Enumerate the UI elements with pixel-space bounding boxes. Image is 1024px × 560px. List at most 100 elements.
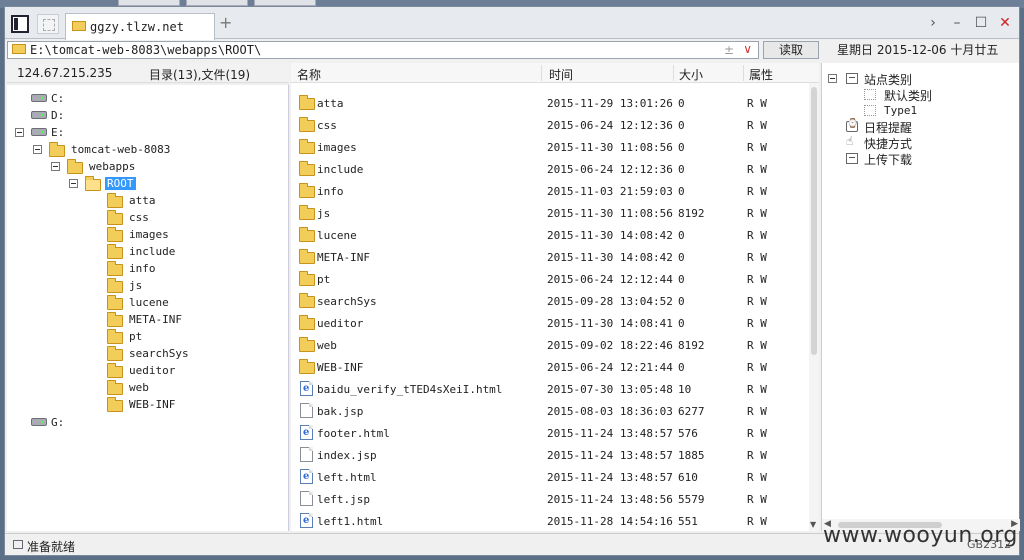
table-row[interactable]: index.jsp 2015-11-24 13:48:57 1885 R W (291, 444, 805, 466)
cell-name: searchSys (317, 295, 377, 308)
tree-label: searchSys (129, 347, 189, 360)
cell-name: js (317, 207, 331, 220)
node-label: 默认类别 (884, 89, 933, 103)
collapse-icon[interactable] (33, 145, 42, 154)
table-row[interactable]: info 2015-11-03 21:59:03 0 R W (291, 180, 805, 202)
cell-name: ueditor (317, 317, 364, 330)
tab-site[interactable]: ggzy.tlzw.net (65, 13, 215, 40)
table-row[interactable]: left.html 2015-11-24 13:48:57 610 R W (291, 466, 805, 488)
close-icon[interactable]: ✕ (997, 15, 1013, 31)
node-label: Type1 (884, 104, 918, 117)
table-row[interactable]: bak.jsp 2015-08-03 18:36:03 6277 R W (291, 400, 805, 422)
more-tabs-icon[interactable]: › (925, 15, 941, 31)
plus-minus-icon[interactable]: ± (724, 43, 734, 57)
cell-attr: R W (747, 119, 767, 132)
cell-time: 2015-11-29 13:01:26 (547, 97, 673, 110)
cell-time: 2015-11-24 13:48:57 (547, 449, 673, 462)
folder-icon (72, 21, 86, 31)
table-row[interactable]: ueditor 2015-11-30 14:08:41 0 R W (291, 312, 805, 334)
table-row[interactable]: searchSys 2015-09-28 13:04:52 0 R W (291, 290, 805, 312)
minimize-icon[interactable]: – (949, 15, 965, 31)
tab-bar: ggzy.tlzw.net + › – ☐ ✕ (5, 7, 1019, 40)
cell-time: 2015-11-30 11:08:56 (547, 207, 673, 220)
cell-attr: R W (747, 449, 767, 462)
html-file-icon (300, 381, 313, 396)
table-row[interactable]: atta 2015-11-29 13:01:26 0 R W (291, 92, 805, 114)
table-row[interactable]: footer.html 2015-11-24 13:48:57 576 R W (291, 422, 805, 444)
collapse-icon[interactable] (69, 179, 78, 188)
table-row[interactable]: left1.html 2015-11-28 14:54:16 551 R W (291, 510, 805, 531)
vertical-scrollbar[interactable]: ▼ (809, 83, 819, 531)
column-attr[interactable]: 属性 (749, 66, 773, 83)
cell-size: 0 (678, 273, 685, 286)
status-icon (13, 540, 23, 549)
table-row[interactable]: web 2015-09-02 18:22:46 8192 R W (291, 334, 805, 356)
cell-name: web (317, 339, 337, 352)
tree-label: META-INF (129, 313, 182, 326)
table-row[interactable]: META-INF 2015-11-30 14:08:42 0 R W (291, 246, 805, 268)
node-label: 快捷方式 (864, 137, 913, 151)
column-size[interactable]: 大小 (679, 66, 703, 83)
cell-size: 0 (678, 295, 685, 308)
folder-icon (299, 117, 315, 132)
cell-attr: R W (747, 141, 767, 154)
read-button[interactable]: 读取 (763, 41, 819, 59)
table-row[interactable]: WEB-INF 2015-06-24 12:21:44 0 R W (291, 356, 805, 378)
folder-icon (107, 363, 123, 378)
html-file-icon (300, 469, 313, 484)
collapse-icon[interactable] (51, 162, 60, 171)
column-name[interactable]: 名称 (297, 66, 321, 83)
cell-name: baidu_verify_tTED4sXeiI.html (317, 383, 503, 396)
chevron-down-icon[interactable]: ∨ (743, 42, 752, 56)
scrollbar-thumb[interactable] (811, 87, 817, 355)
folder-icon (299, 161, 315, 176)
folder-icon (107, 295, 123, 310)
table-row[interactable]: pt 2015-06-24 12:12:44 0 R W (291, 268, 805, 290)
table-row[interactable]: baidu_verify_tTED4sXeiI.html 2015-07-30 1… (291, 378, 805, 400)
cell-attr: R W (747, 515, 767, 528)
tree-label: lucene (129, 296, 169, 309)
drive-icon (31, 111, 47, 119)
table-row[interactable]: js 2015-11-30 11:08:56 8192 R W (291, 202, 805, 224)
path-input[interactable]: E:\tomcat-web-8083\webapps\ROOT\ ± ∨ (7, 41, 759, 59)
path-text: E:\tomcat-web-8083\webapps\ROOT\ (30, 43, 262, 57)
clock-icon (846, 119, 858, 132)
folder-icon (107, 227, 123, 242)
table-row[interactable]: include 2015-06-24 12:12:36 0 R W (291, 158, 805, 180)
scroll-down-icon[interactable]: ▼ (810, 520, 816, 529)
collapse-icon[interactable] (15, 128, 24, 137)
transfer-icon (846, 153, 858, 164)
cell-attr: R W (747, 339, 767, 352)
folder-icon (299, 337, 315, 352)
collapse-icon[interactable] (828, 74, 837, 83)
cell-time: 2015-11-24 13:48:57 (547, 471, 673, 484)
folder-icon (299, 227, 315, 242)
cell-name: images (317, 141, 357, 154)
folder-icon (299, 249, 315, 264)
cell-attr: R W (747, 97, 767, 110)
cell-attr: R W (747, 493, 767, 506)
cell-time: 2015-11-28 14:54:16 (547, 515, 673, 528)
cell-size: 10 (678, 383, 692, 396)
folder-icon (107, 244, 123, 259)
table-row[interactable]: lucene 2015-11-30 14:08:42 0 R W (291, 224, 805, 246)
cell-name: left1.html (317, 515, 384, 528)
node-label: 上传下载 (864, 153, 913, 167)
folder-icon (107, 210, 123, 225)
add-tab-button[interactable]: + (219, 13, 232, 32)
tab-label: ggzy.tlzw.net (90, 20, 184, 34)
tree-label: css (129, 211, 149, 224)
table-row[interactable]: images 2015-11-30 11:08:56 0 R W (291, 136, 805, 158)
panel-toggle-icon[interactable] (11, 15, 29, 33)
table-row[interactable]: left.jsp 2015-11-24 13:48:56 5579 R W (291, 488, 805, 510)
cell-attr: R W (747, 361, 767, 374)
cell-attr: R W (747, 427, 767, 440)
cell-name: footer.html (317, 427, 390, 440)
table-row[interactable]: css 2015-06-24 12:12:36 0 R W (291, 114, 805, 136)
maximize-icon[interactable]: ☐ (973, 15, 989, 31)
node-label: 站点类别 (864, 73, 913, 87)
cell-size: 0 (678, 141, 685, 154)
new-page-icon[interactable] (37, 14, 59, 34)
directory-tree: C: D: E: tomcat-web-8083 webapps ROOT at… (7, 85, 289, 531)
column-time[interactable]: 时间 (549, 66, 573, 83)
